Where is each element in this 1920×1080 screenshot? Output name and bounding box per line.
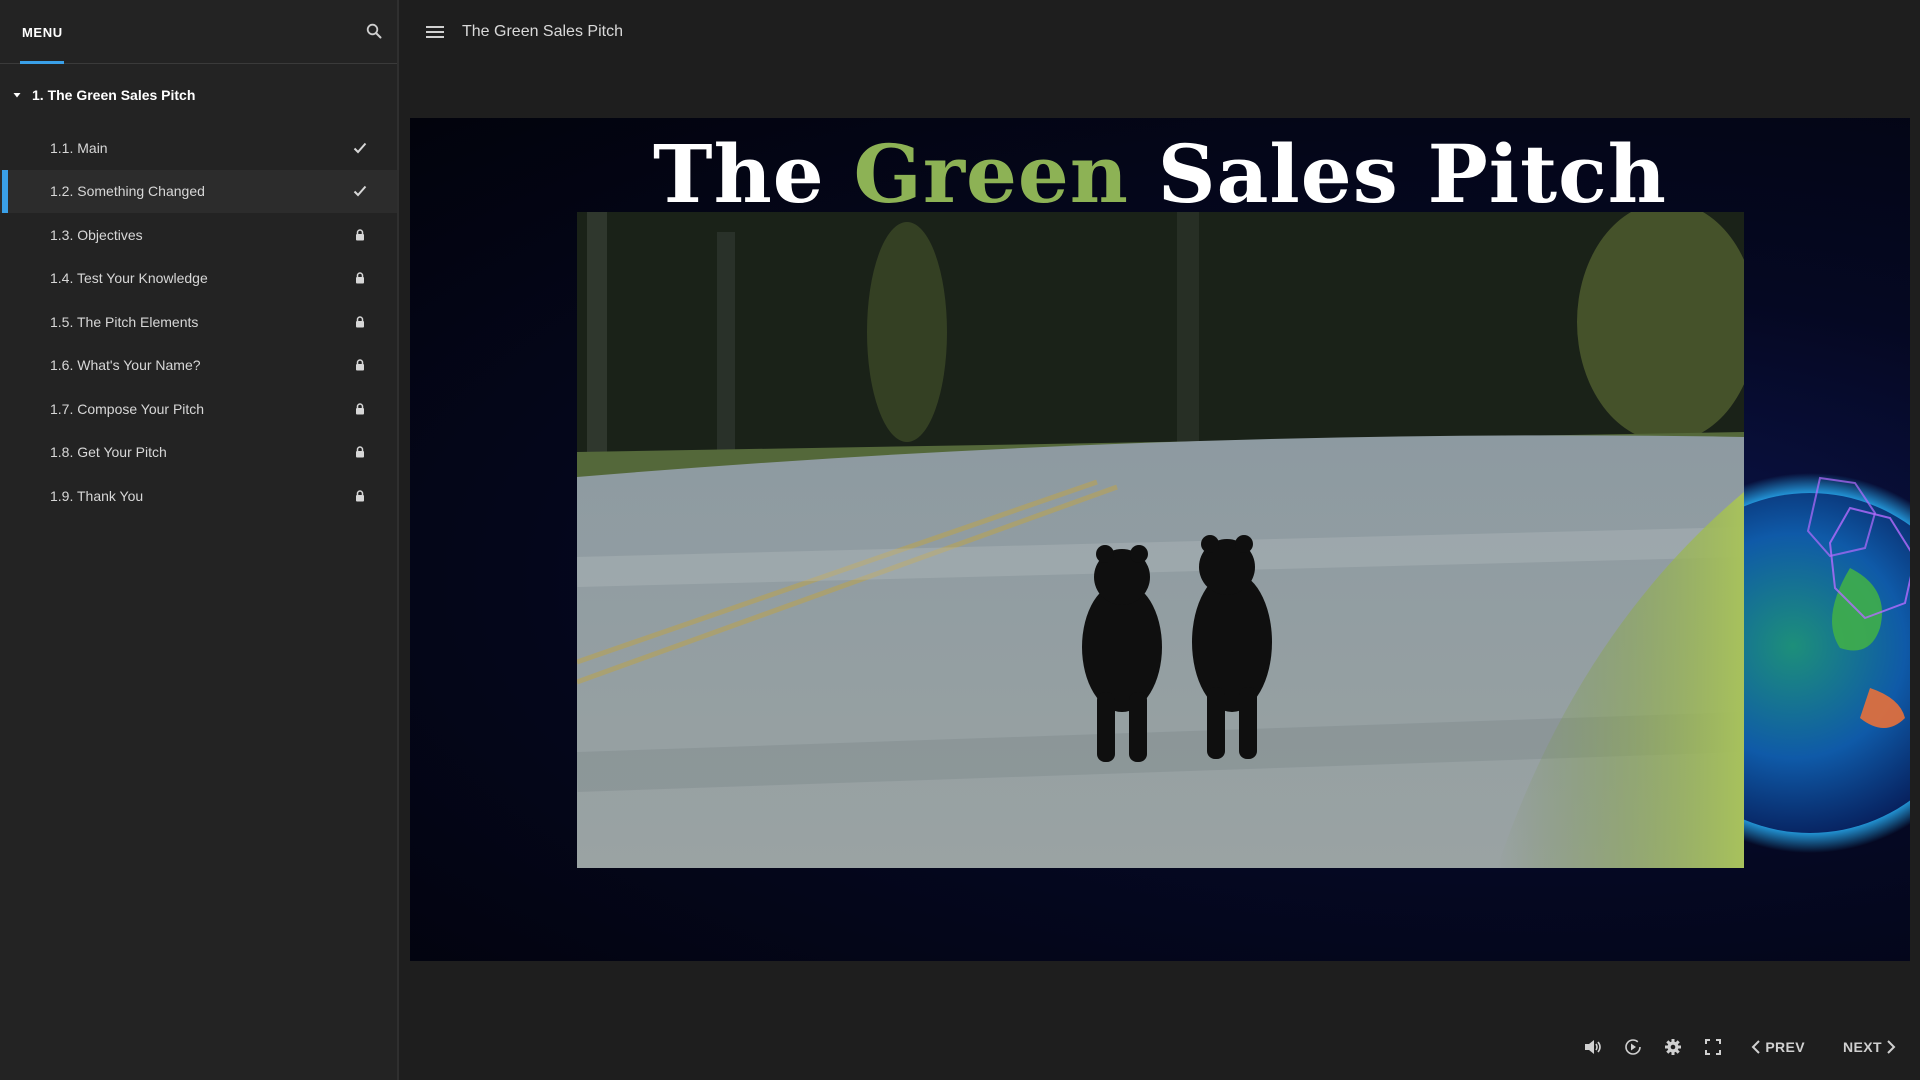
lock-icon bbox=[351, 400, 369, 418]
search-button[interactable] bbox=[361, 18, 387, 44]
slide-stage: The Green Sales Pitch bbox=[410, 118, 1910, 961]
lesson-item[interactable]: 1.8. Get Your Pitch bbox=[0, 431, 397, 475]
volume-button[interactable] bbox=[1573, 1027, 1613, 1067]
lock-icon bbox=[351, 443, 369, 461]
lock-icon bbox=[351, 356, 369, 374]
lesson-label: 1.4. Test Your Knowledge bbox=[50, 270, 208, 287]
checkmark-icon bbox=[351, 182, 369, 200]
menu-tab[interactable]: MENU bbox=[20, 0, 65, 64]
fullscreen-icon bbox=[1705, 1039, 1722, 1055]
volume-icon bbox=[1585, 1040, 1602, 1054]
title-part-1: The bbox=[653, 127, 854, 221]
lesson-list: 1.1. Main 1.2. Something Changed 1.3. Obje… bbox=[0, 126, 397, 518]
settings-button[interactable] bbox=[1653, 1027, 1693, 1067]
lesson-label: 1.9. Thank You bbox=[50, 487, 144, 504]
search-icon bbox=[366, 23, 382, 39]
lock-icon bbox=[351, 269, 369, 287]
next-label: NEXT bbox=[1843, 1039, 1882, 1055]
bear-cubs-photo bbox=[577, 212, 1744, 868]
next-button[interactable]: NEXT bbox=[1839, 1031, 1900, 1063]
lesson-label: 1.2. Something Changed bbox=[50, 183, 205, 200]
lock-icon bbox=[351, 313, 369, 331]
lock-icon bbox=[351, 226, 369, 244]
lesson-item[interactable]: 1.2. Something Changed bbox=[0, 169, 397, 213]
lesson-item[interactable]: 1.1. Main bbox=[0, 126, 397, 170]
active-lesson-indicator bbox=[2, 169, 8, 213]
sidebar: MENU 1. The Green Sales Pitch 1.1. Main 1… bbox=[0, 0, 399, 1080]
player-controls: PREV NEXT bbox=[401, 1014, 1920, 1080]
replay-icon bbox=[1625, 1039, 1642, 1055]
sidebar-header: MENU bbox=[0, 0, 397, 64]
lesson-item[interactable]: 1.9. Thank You bbox=[0, 474, 397, 518]
section-header[interactable]: 1. The Green Sales Pitch bbox=[0, 64, 397, 126]
chevron-left-icon bbox=[1751, 1040, 1761, 1054]
lesson-label: 1.3. Objectives bbox=[50, 226, 143, 243]
title-part-2: Sales Pitch bbox=[1128, 127, 1667, 221]
lesson-label: 1.1. Main bbox=[50, 139, 108, 156]
course-title: The Green Sales Pitch bbox=[462, 23, 623, 40]
topbar: The Green Sales Pitch bbox=[401, 0, 1920, 64]
lesson-label: 1.8. Get Your Pitch bbox=[50, 444, 167, 461]
gear-icon bbox=[1665, 1039, 1682, 1055]
title-accent: Green bbox=[853, 127, 1129, 221]
lesson-label: 1.6. What's Your Name? bbox=[50, 357, 201, 374]
lesson-item[interactable]: 1.3. Objectives bbox=[0, 213, 397, 257]
checkmark-icon bbox=[351, 139, 369, 157]
lock-icon bbox=[351, 487, 369, 505]
lesson-label: 1.7. Compose Your Pitch bbox=[50, 400, 205, 417]
hamburger-menu-button[interactable] bbox=[423, 20, 447, 44]
hamburger-icon bbox=[426, 26, 444, 38]
lesson-item[interactable]: 1.7. Compose Your Pitch bbox=[0, 387, 397, 431]
menu-tab-indicator bbox=[20, 61, 64, 64]
lesson-item[interactable]: 1.5. The Pitch Elements bbox=[0, 300, 397, 344]
section-title: 1. The Green Sales Pitch bbox=[32, 87, 196, 103]
caret-down-icon bbox=[12, 90, 22, 100]
lesson-item[interactable]: 1.6. What's Your Name? bbox=[0, 344, 397, 388]
lesson-item[interactable]: 1.4. Test Your Knowledge bbox=[0, 257, 397, 301]
fullscreen-button[interactable] bbox=[1693, 1027, 1733, 1067]
replay-button[interactable] bbox=[1613, 1027, 1653, 1067]
prev-button[interactable]: PREV bbox=[1747, 1031, 1809, 1063]
prev-label: PREV bbox=[1765, 1039, 1806, 1055]
lesson-label: 1.5. The Pitch Elements bbox=[50, 313, 199, 330]
chevron-right-icon bbox=[1887, 1040, 1896, 1054]
slide-title: The Green Sales Pitch bbox=[410, 130, 1910, 218]
